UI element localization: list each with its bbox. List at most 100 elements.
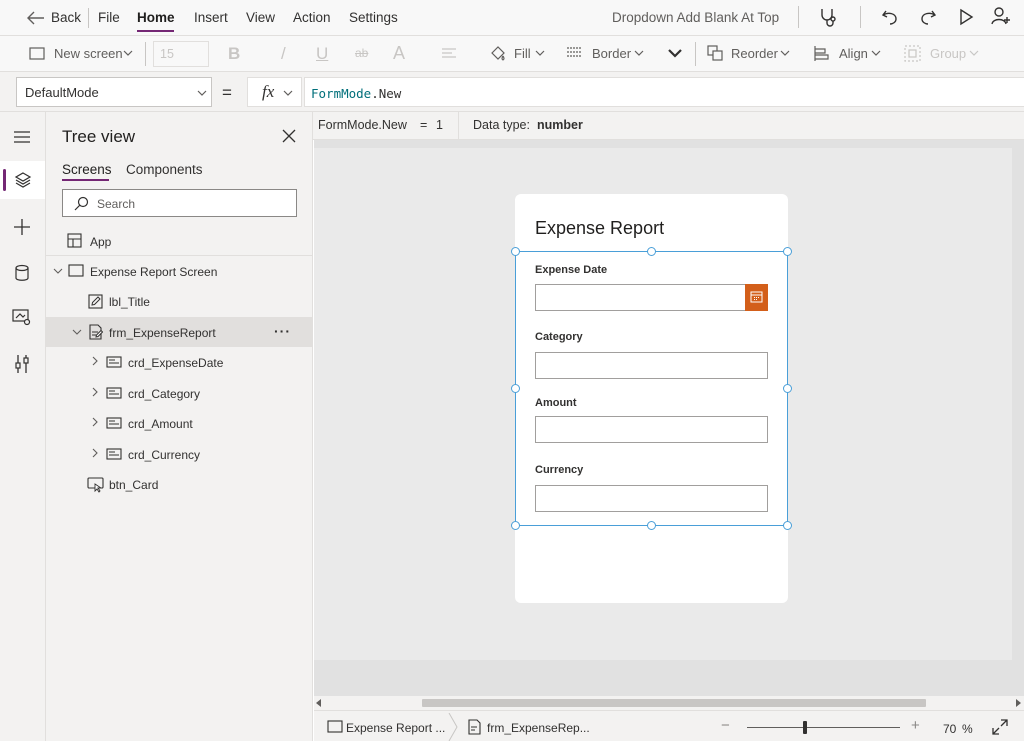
new-screen-button[interactable]: New screen [54,46,123,61]
fill-button[interactable]: Fill [514,46,531,61]
chevron-right-icon[interactable] [91,448,99,458]
formula-result-strip: FormMode.New = 1 Data type: number [313,112,1024,140]
media-icon[interactable] [12,308,32,326]
insert-plus-icon[interactable] [13,218,31,236]
expense-date-picker[interactable] [535,284,768,311]
tree-item-card[interactable]: crd_Currency [46,439,312,469]
align-icon [813,45,830,62]
calendar-button[interactable] [745,284,768,311]
tree-item-card[interactable]: crd_ExpenseDate [46,347,312,377]
tree-item-screen[interactable]: Expense Report Screen [46,256,312,286]
hamburger-menu-icon[interactable] [13,130,31,144]
text-align-icon[interactable] [441,47,457,61]
property-value: DefaultMode [25,85,99,100]
menu-home[interactable]: Home [137,10,175,25]
group-button[interactable]: Group [930,46,966,61]
property-dropdown[interactable]: DefaultMode [16,77,212,107]
currency-input[interactable] [535,485,768,512]
strikethrough-button[interactable]: ab [355,46,368,60]
tree-item-label: lbl_Title [109,295,150,309]
more-options-icon[interactable]: ··· [274,323,291,339]
resize-handle[interactable] [511,247,520,256]
back-button[interactable]: Back [51,10,81,25]
back-arrow-icon[interactable] [26,10,46,26]
tree-item-label: btn_Card [109,478,158,492]
italic-button[interactable]: / [281,44,286,64]
resize-handle[interactable] [783,247,792,256]
resize-handle[interactable] [783,521,792,530]
font-size-select[interactable]: 15 [153,41,209,67]
breadcrumb-separator [448,713,458,741]
breadcrumb-screen[interactable]: Expense Report ... [346,721,445,735]
tree-item-card[interactable]: crd_Amount [46,408,312,438]
resize-handle[interactable] [511,521,520,530]
menu-settings[interactable]: Settings [349,10,398,25]
search-placeholder: Search [97,197,135,211]
resize-handle[interactable] [511,384,520,393]
tab-screens[interactable]: Screens [62,162,112,177]
menu-file[interactable]: File [98,10,120,25]
menu-insert[interactable]: Insert [194,10,228,25]
redo-icon[interactable] [918,7,938,27]
align-button[interactable]: Align [839,46,868,61]
tree-item-card[interactable]: crd_Category [46,378,312,408]
advanced-tools-icon[interactable] [14,354,30,374]
scroll-right-arrow-icon[interactable] [1015,699,1021,707]
tree-item-app[interactable]: App [46,226,312,256]
design-canvas[interactable]: Expense Report Expense Date Category [314,140,1024,696]
tree-item-lbl-title[interactable]: lbl_Title [46,286,312,316]
tree-view-rail-button[interactable] [0,161,45,199]
formula-input[interactable]: FormMode.New [304,77,1024,107]
menu-action[interactable]: Action [293,10,331,25]
scrollbar-thumb[interactable] [422,699,926,707]
tree-item-button[interactable]: btn_Card [46,469,312,499]
card-icon [106,387,122,399]
close-icon[interactable] [282,129,296,143]
label-edit-icon [88,294,103,309]
fx-button[interactable]: fx [247,77,302,107]
horizontal-scrollbar[interactable] [314,696,1024,710]
resize-handle[interactable] [783,384,792,393]
chevron-right-icon[interactable] [91,356,99,366]
menu-view[interactable]: View [246,10,275,25]
formula-member: New [379,86,402,101]
chevron-right-icon[interactable] [91,387,99,397]
tree-search-input[interactable]: Search [62,189,297,217]
fit-to-window-expand-icon[interactable] [992,719,1008,735]
resize-handle[interactable] [647,247,656,256]
font-color-button[interactable]: A [393,43,405,64]
zoom-slider-thumb[interactable] [803,721,807,734]
border-button[interactable]: Border [592,46,631,61]
bold-button[interactable]: B [228,44,240,64]
screen-preview[interactable]: Expense Report Expense Date Category [515,194,788,603]
underline-button[interactable]: U [316,44,328,64]
chevron-down-icon [969,49,979,57]
data-cylinder-icon[interactable] [14,264,30,282]
scroll-left-arrow-icon[interactable] [316,699,322,707]
more-chevron-icon[interactable] [667,47,683,59]
zoom-out-button[interactable]: − [721,717,730,734]
category-input[interactable] [535,352,768,379]
play-preview-icon[interactable] [957,8,975,26]
form-title-label[interactable]: Expense Report [535,218,664,239]
resize-handle[interactable] [647,521,656,530]
breadcrumb-form[interactable]: frm_ExpenseRep... [487,721,590,735]
app-checker-stethoscope-icon[interactable] [817,6,839,28]
result-value: 1 [436,118,443,132]
zoom-in-button[interactable]: + [911,717,920,734]
share-user-icon[interactable] [990,6,1012,26]
amount-input[interactable] [535,416,768,443]
chevron-right-icon[interactable] [91,417,99,427]
zoom-unit: % [962,722,973,736]
category-label: Category [535,331,583,343]
result-expression: FormMode.New [318,118,407,132]
screen-icon [327,720,343,733]
chevron-down-icon [123,49,133,57]
tab-components[interactable]: Components [126,162,203,177]
reorder-button[interactable]: Reorder [731,46,778,61]
chevron-down-icon[interactable] [53,267,63,275]
zoom-slider-track[interactable] [747,727,900,728]
tree-item-form[interactable]: frm_ExpenseReport ··· [46,317,312,347]
chevron-down-icon[interactable] [72,328,82,336]
undo-icon[interactable] [880,7,900,27]
